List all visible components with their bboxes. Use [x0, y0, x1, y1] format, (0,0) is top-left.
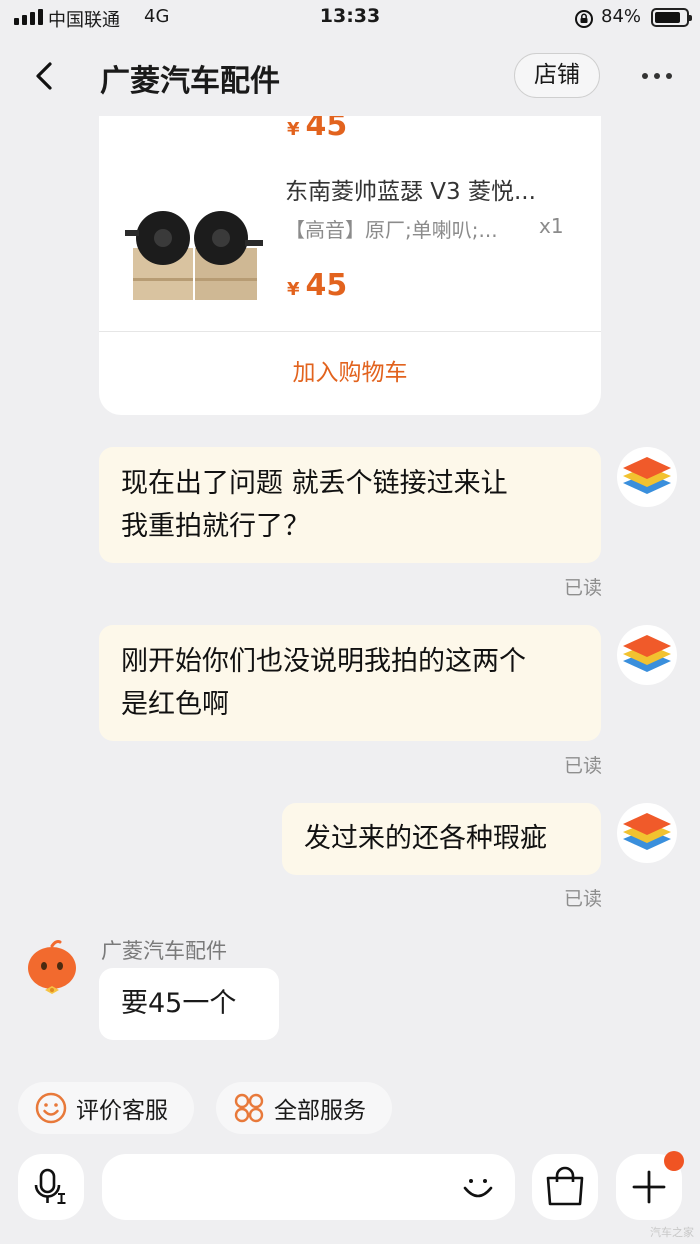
all-services-label: 全部服务	[274, 1098, 366, 1124]
services-grid-icon	[234, 1093, 264, 1123]
voice-input-button[interactable]	[18, 1154, 84, 1220]
watermark: 汽车之家	[650, 1226, 694, 1239]
back-arrow-icon[interactable]	[30, 56, 60, 96]
rate-service-button[interactable]: 评价客服	[18, 1082, 194, 1134]
shop-avatar-icon[interactable]	[24, 938, 80, 1000]
notification-dot	[664, 1151, 684, 1171]
rotation-lock-icon	[575, 10, 593, 28]
message-bubble[interactable]: 现在出了问题 就丢个链接过来让 我重拍就行了？	[99, 447, 601, 563]
user-avatar-icon	[623, 457, 671, 494]
product-price: ¥45	[287, 268, 348, 303]
battery-percent: 84%	[601, 6, 642, 27]
message-text-line: 我重拍就行了？	[121, 511, 310, 542]
user-avatar-icon	[623, 635, 671, 672]
shop-button[interactable]: 店铺	[514, 53, 600, 98]
message-bubble[interactable]: 发过来的还各种瑕疵	[282, 803, 601, 875]
smile-icon[interactable]	[459, 1168, 497, 1206]
shopping-bag-icon	[546, 1166, 584, 1206]
read-status: 已读	[564, 577, 603, 599]
product-price-partial: ¥45	[287, 116, 348, 143]
status-bar: 中国联通 4G 13:33 84%	[0, 0, 700, 36]
message-text-line: 现在出了问题 就丢个链接过来让	[121, 468, 508, 499]
shopping-bag-button[interactable]	[532, 1154, 598, 1220]
battery-icon	[651, 8, 692, 27]
user-avatar[interactable]	[617, 625, 677, 685]
product-spec: 【高音】原厂;单喇叭;...	[285, 218, 498, 242]
user-avatar[interactable]	[617, 803, 677, 863]
chat-header: 广菱汽车配件 店铺	[0, 36, 700, 116]
product-image[interactable]	[125, 200, 269, 310]
product-name[interactable]: 东南菱帅蓝瑟 V3 菱悦...	[285, 172, 536, 206]
more-dots-icon[interactable]	[642, 73, 672, 79]
message-text-line: 是红色啊	[121, 689, 229, 720]
add-to-cart-button[interactable]: 加入购物车	[99, 332, 601, 415]
product-card[interactable]: ¥45 东南菱帅蓝瑟 V3 菱悦... 【高音】原厂;单喇叭;... x1 ¥4…	[99, 116, 601, 415]
user-avatar-icon	[623, 813, 671, 850]
read-status: 已读	[564, 755, 603, 777]
product-quantity: x1	[539, 214, 564, 238]
sender-name: 广菱汽车配件	[101, 939, 227, 963]
user-avatar[interactable]	[617, 447, 677, 507]
all-services-button[interactable]: 全部服务	[216, 1082, 392, 1134]
message-input[interactable]	[102, 1154, 515, 1220]
rate-service-label: 评价客服	[76, 1098, 168, 1124]
message-text-line: 刚开始你们也没说明我拍的这两个	[121, 646, 526, 677]
shop-message-bubble[interactable]: 要45一个	[99, 968, 279, 1040]
message-bubble[interactable]: 刚开始你们也没说明我拍的这两个 是红色啊	[99, 625, 601, 741]
smile-face-chip-icon	[35, 1092, 67, 1124]
read-status: 已读	[564, 888, 603, 910]
status-time: 13:33	[319, 5, 381, 27]
chat-title: 广菱汽车配件	[100, 64, 280, 99]
voice-text-icon	[34, 1168, 66, 1204]
